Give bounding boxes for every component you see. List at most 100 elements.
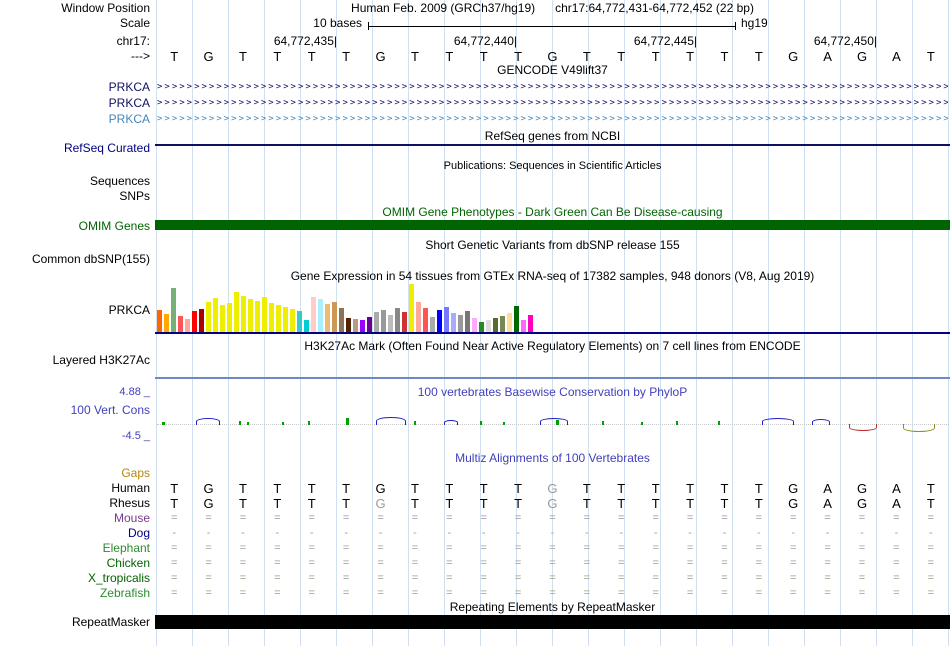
sequences-label[interactable]: Sequences — [0, 175, 153, 188]
alignment-symbol: = — [583, 587, 591, 599]
gtex-expression-bar — [255, 301, 260, 332]
gtex-expression-bar — [178, 316, 183, 332]
coord-tick: 64,772,435| — [273, 34, 337, 48]
base-letter: T — [410, 49, 419, 64]
base-letter: A — [892, 49, 901, 64]
alignment-symbol: - — [172, 527, 177, 539]
alignment-symbol: - — [688, 527, 692, 539]
gtex-expression-bar — [339, 308, 344, 332]
gencode-gene-label[interactable]: PRKCA — [0, 97, 153, 110]
base-letter: T — [445, 49, 454, 64]
gencode-transcript-line[interactable]: >>>>>>>>>>>>>>>>>>>>>>>>>>>>>>>>>>>>>>>>… — [157, 81, 948, 93]
scale-bases-text: 10 bases — [313, 16, 362, 30]
scale-bar — [368, 22, 736, 30]
multiz-alignment-row[interactable]: = = = = = = = = = = = = = = = = = = = = = = = — [157, 587, 948, 600]
alignment-symbol: = — [377, 572, 384, 584]
gtex-expression-bar — [283, 307, 288, 332]
alignment-symbol: - — [550, 527, 555, 539]
gtex-expression-bar — [444, 307, 449, 332]
alignment-symbol: = — [205, 557, 212, 569]
gtex-expression-chart[interactable] — [157, 284, 949, 332]
multiz-alignment-row[interactable]: = = = = = = = = = = = = = = = = = = = = = = = — [157, 542, 948, 555]
alignment-symbol: = — [274, 557, 281, 569]
gtex-expression-bar — [360, 320, 365, 332]
multiz-alignment-row[interactable]: TGTTTTGTTTTGTTTTTTGAGAT — [157, 482, 948, 495]
snps-label[interactable]: SNPs — [0, 190, 153, 203]
base-letter: T — [445, 496, 454, 511]
alignment-symbol: - — [481, 527, 486, 539]
gencode-transcript-line[interactable]: >>>>>>>>>>>>>>>>>>>>>>>>>>>>>>>>>>>>>>>>… — [157, 113, 948, 125]
gtex-expression-bar — [430, 317, 435, 332]
multiz-species-label[interactable]: Zebrafish — [0, 587, 153, 600]
alignment-symbol: = — [755, 587, 763, 599]
alignment-symbol: - — [585, 527, 589, 539]
alignment-symbol: - — [825, 527, 830, 539]
multiz-alignment-row[interactable]: ----------------------- — [157, 527, 948, 540]
multiz-species-label[interactable]: X_tropicalis — [0, 572, 153, 585]
repeatmasker-bar[interactable] — [155, 615, 950, 629]
multiz-alignment-row[interactable]: = = = = = = = = = = = = = = = = = = = = = = = — [157, 512, 948, 525]
h3k27ac-label[interactable]: Layered H3K27Ac — [0, 354, 153, 367]
alignment-symbol: = — [308, 572, 315, 584]
multiz-species-label[interactable]: Rhesus — [0, 497, 153, 510]
alignment-symbol: = — [652, 557, 659, 569]
gencode-gene-label[interactable]: PRKCA — [0, 113, 153, 126]
gencode-gene-label[interactable]: PRKCA — [0, 81, 153, 94]
alignment-symbol: = — [205, 572, 212, 584]
multiz-species-label[interactable]: Mouse — [0, 512, 153, 525]
omim-gene-bar[interactable] — [155, 220, 950, 230]
dbsnp-title[interactable]: Short Genetic Variants from dbSNP releas… — [155, 239, 950, 252]
publications-title[interactable]: Publications: Sequences in Scientific Ar… — [155, 160, 950, 173]
gtex-gene-label[interactable]: PRKCA — [0, 304, 153, 317]
gencode-transcript-line[interactable]: >>>>>>>>>>>>>>>>>>>>>>>>>>>>>>>>>>>>>>>>… — [157, 97, 948, 109]
base-letter: T — [720, 496, 729, 511]
gtex-expression-bar — [290, 309, 295, 332]
base-letter: T — [445, 481, 454, 496]
repeatmasker-label[interactable]: RepeatMasker — [0, 616, 153, 629]
gtex-title[interactable]: Gene Expression in 54 tissues from GTEx … — [155, 270, 950, 283]
multiz-alignment-row[interactable]: TGTTTTGTTTTGTTTTTTGAGAT — [157, 497, 948, 510]
base-letter: T — [273, 481, 282, 496]
coord-tick: 64,772,440| — [453, 34, 517, 48]
dna-sequence-row[interactable]: TGTTTTGTTTTGTTTTTTGAGAT — [157, 50, 948, 63]
coord-tick: 64,772,445| — [633, 34, 697, 48]
alignment-symbol: = — [377, 587, 384, 599]
alignment-symbol: = — [205, 512, 212, 524]
multiz-species-label[interactable]: Elephant — [0, 542, 153, 555]
conservation-mark — [414, 421, 416, 425]
base-letter: T — [342, 49, 351, 64]
alignment-symbol: = — [686, 542, 694, 554]
alignment-symbol: = — [824, 542, 831, 554]
gtex-expression-bar — [528, 315, 533, 332]
gtex-expression-bar — [500, 316, 505, 332]
refseq-title[interactable]: RefSeq genes from NCBI — [155, 130, 950, 143]
omim-genes-label[interactable]: OMIM Genes — [0, 220, 153, 233]
repeatmasker-title[interactable]: Repeating Elements by RepeatMasker — [155, 601, 950, 614]
h3k27ac-title[interactable]: H3K27Ac Mark (Often Found Near Active Re… — [155, 340, 950, 353]
alignment-symbol: = — [170, 512, 178, 524]
alignment-symbol: = — [652, 572, 659, 584]
multiz-species-label[interactable]: Gaps — [0, 467, 153, 480]
dbsnp-label[interactable]: Common dbSNP(155) — [0, 253, 153, 266]
multiz-species-label[interactable]: Human — [0, 482, 153, 495]
conservation-mark — [282, 422, 284, 425]
alignment-symbol: = — [170, 587, 178, 599]
conservation-mark — [503, 422, 505, 425]
alignment-symbol: = — [377, 542, 384, 554]
multiz-alignment-row[interactable]: = = = = = = = = = = = = = = = = = = = = = = = — [157, 557, 948, 570]
conservation-wiggle-track[interactable] — [0, 394, 950, 432]
gencode-title[interactable]: GENCODE V49lift37 — [155, 64, 950, 77]
multiz-species-label[interactable]: Dog — [0, 527, 153, 540]
multiz-species-label[interactable]: Chicken — [0, 557, 153, 570]
omim-title[interactable]: OMIM Gene Phenotypes - Dark Green Can Be… — [155, 206, 950, 219]
refseq-gene-line[interactable] — [155, 144, 950, 146]
h3k27ac-signal-line[interactable] — [155, 377, 950, 379]
alignment-symbol: = — [549, 572, 556, 584]
gtex-expression-bar — [493, 318, 498, 332]
alignment-symbol: - — [447, 527, 452, 539]
alignment-symbol: = — [755, 572, 763, 584]
multiz-title[interactable]: Multiz Alignments of 100 Vertebrates — [155, 452, 950, 465]
base-letter: T — [410, 496, 419, 511]
multiz-alignment-row[interactable]: = = = = = = = = = = = = = = = = = = = = = = = — [157, 572, 948, 585]
refseq-curated-label[interactable]: RefSeq Curated — [0, 142, 153, 155]
